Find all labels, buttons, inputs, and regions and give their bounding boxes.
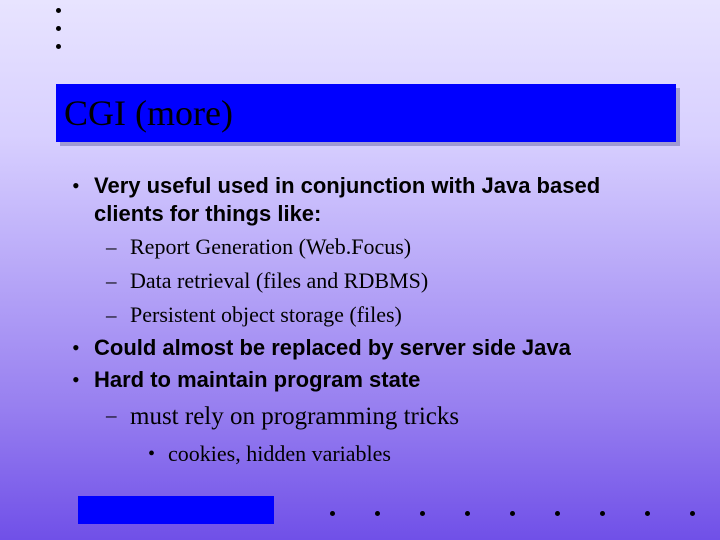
bullet-text: Report Generation (Web.Focus): [130, 232, 411, 262]
bullet-dot-icon: •: [66, 366, 94, 394]
bullet-level3: • cookies, hidden variables: [146, 440, 666, 468]
top-decorative-dots: [56, 8, 61, 49]
bullet-dot-icon: •: [146, 440, 168, 468]
bullet-dot-icon: •: [66, 334, 94, 362]
dash-icon: –: [106, 400, 130, 434]
bullet-text: Data retrieval (files and RDBMS): [130, 266, 428, 296]
title-bar: CGI (more): [56, 84, 676, 142]
bullet-level1: • Very useful used in conjunction with J…: [66, 172, 666, 228]
bottom-decorative-dots: [330, 511, 695, 516]
dash-icon: –: [106, 300, 130, 330]
bullet-level2: – Report Generation (Web.Focus): [106, 232, 666, 262]
dash-icon: –: [106, 266, 130, 296]
bullet-level1: • Hard to maintain program state: [66, 366, 666, 394]
slide-title: CGI (more): [64, 92, 233, 134]
bullet-text: Could almost be replaced by server side …: [94, 334, 571, 362]
bullet-text: Persistent object storage (files): [130, 300, 402, 330]
bullet-level2: – Persistent object storage (files): [106, 300, 666, 330]
bullet-text: must rely on programming tricks: [130, 400, 459, 434]
bullet-text: Very useful used in conjunction with Jav…: [94, 172, 666, 228]
bullet-text: cookies, hidden variables: [168, 440, 391, 468]
slide-content: • Very useful used in conjunction with J…: [66, 172, 666, 472]
bottom-decorative-bar: [78, 496, 274, 524]
bullet-level2: – Data retrieval (files and RDBMS): [106, 266, 666, 296]
bullet-level1: • Could almost be replaced by server sid…: [66, 334, 666, 362]
dash-icon: –: [106, 232, 130, 262]
bullet-text: Hard to maintain program state: [94, 366, 420, 394]
bullet-dot-icon: •: [66, 172, 94, 228]
bullet-level2: – must rely on programming tricks: [106, 400, 666, 434]
